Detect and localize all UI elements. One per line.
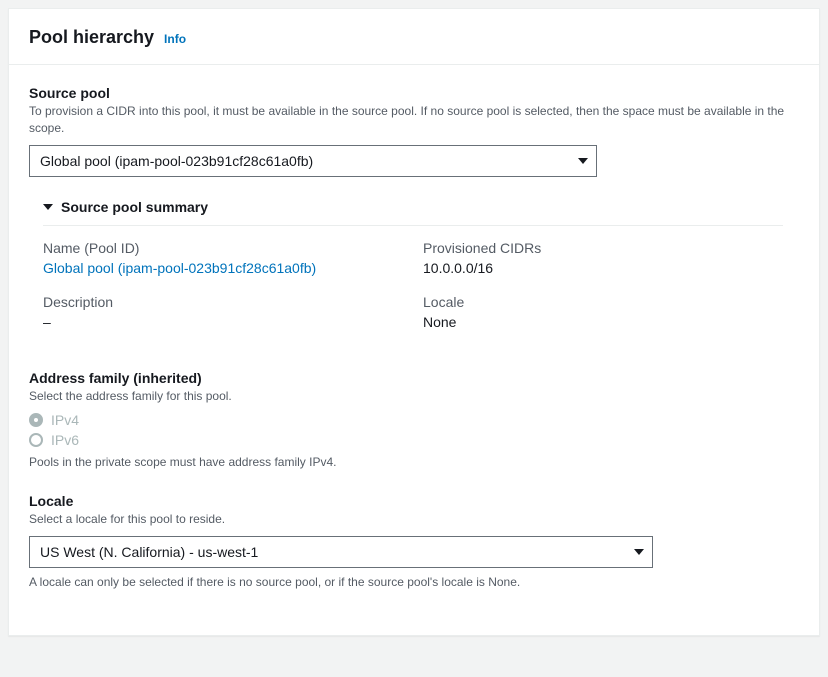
locale-label: Locale (29, 493, 799, 509)
chevron-down-icon (634, 549, 644, 555)
source-pool-summary: Source pool summary Name (Pool ID) Globa… (43, 199, 799, 336)
source-pool-select[interactable]: Global pool (ipam-pool-023b91cf28c61a0fb… (29, 145, 597, 177)
summary-description-value: – (43, 314, 403, 330)
panel-body: Source pool To provision a CIDR into thi… (9, 65, 819, 635)
locale-select[interactable]: US West (N. California) - us-west-1 (29, 536, 653, 568)
summary-description-label: Description (43, 294, 403, 310)
summary-body: Name (Pool ID) Global pool (ipam-pool-02… (43, 225, 783, 336)
locale-description: Select a locale for this pool to reside. (29, 511, 799, 528)
pool-hierarchy-panel: Pool hierarchy Info Source pool To provi… (8, 8, 820, 636)
radio-ipv6-label: IPv6 (51, 432, 79, 448)
panel-header: Pool hierarchy Info (9, 9, 819, 65)
panel-title: Pool hierarchy (29, 27, 154, 48)
address-family-hint: Pools in the private scope must have add… (29, 454, 799, 471)
radio-ipv6: IPv6 (29, 432, 799, 448)
summary-provisioned-cidrs: Provisioned CIDRs 10.0.0.0/16 (423, 240, 783, 276)
address-family-label: Address family (inherited) (29, 370, 799, 386)
summary-description: Description – (43, 294, 403, 330)
radio-ipv4-label: IPv4 (51, 412, 79, 428)
summary-header-label: Source pool summary (61, 199, 208, 215)
locale-select-value: US West (N. California) - us-west-1 (40, 544, 258, 560)
locale-hint: A locale can only be selected if there i… (29, 574, 799, 591)
summary-name-label: Name (Pool ID) (43, 240, 403, 256)
summary-locale-value: None (423, 314, 783, 330)
locale-field: Locale Select a locale for this pool to … (29, 493, 799, 591)
chevron-down-icon (578, 158, 588, 164)
source-pool-field: Source pool To provision a CIDR into thi… (29, 85, 799, 177)
address-family-field: Address family (inherited) Select the ad… (29, 370, 799, 472)
radio-ipv4: IPv4 (29, 412, 799, 428)
summary-cidrs-value: 10.0.0.0/16 (423, 260, 783, 276)
summary-locale-label: Locale (423, 294, 783, 310)
radio-icon (29, 413, 43, 427)
radio-icon (29, 433, 43, 447)
summary-name-pool-id: Name (Pool ID) Global pool (ipam-pool-02… (43, 240, 403, 276)
source-pool-label: Source pool (29, 85, 799, 101)
source-pool-select-value: Global pool (ipam-pool-023b91cf28c61a0fb… (40, 153, 313, 169)
info-link[interactable]: Info (164, 32, 186, 46)
summary-name-value-link[interactable]: Global pool (ipam-pool-023b91cf28c61a0fb… (43, 260, 403, 276)
chevron-down-icon (43, 204, 53, 210)
address-family-description: Select the address family for this pool. (29, 388, 799, 405)
summary-cidrs-label: Provisioned CIDRs (423, 240, 783, 256)
summary-locale: Locale None (423, 294, 783, 330)
source-pool-description: To provision a CIDR into this pool, it m… (29, 103, 799, 137)
summary-toggle[interactable]: Source pool summary (43, 199, 208, 215)
